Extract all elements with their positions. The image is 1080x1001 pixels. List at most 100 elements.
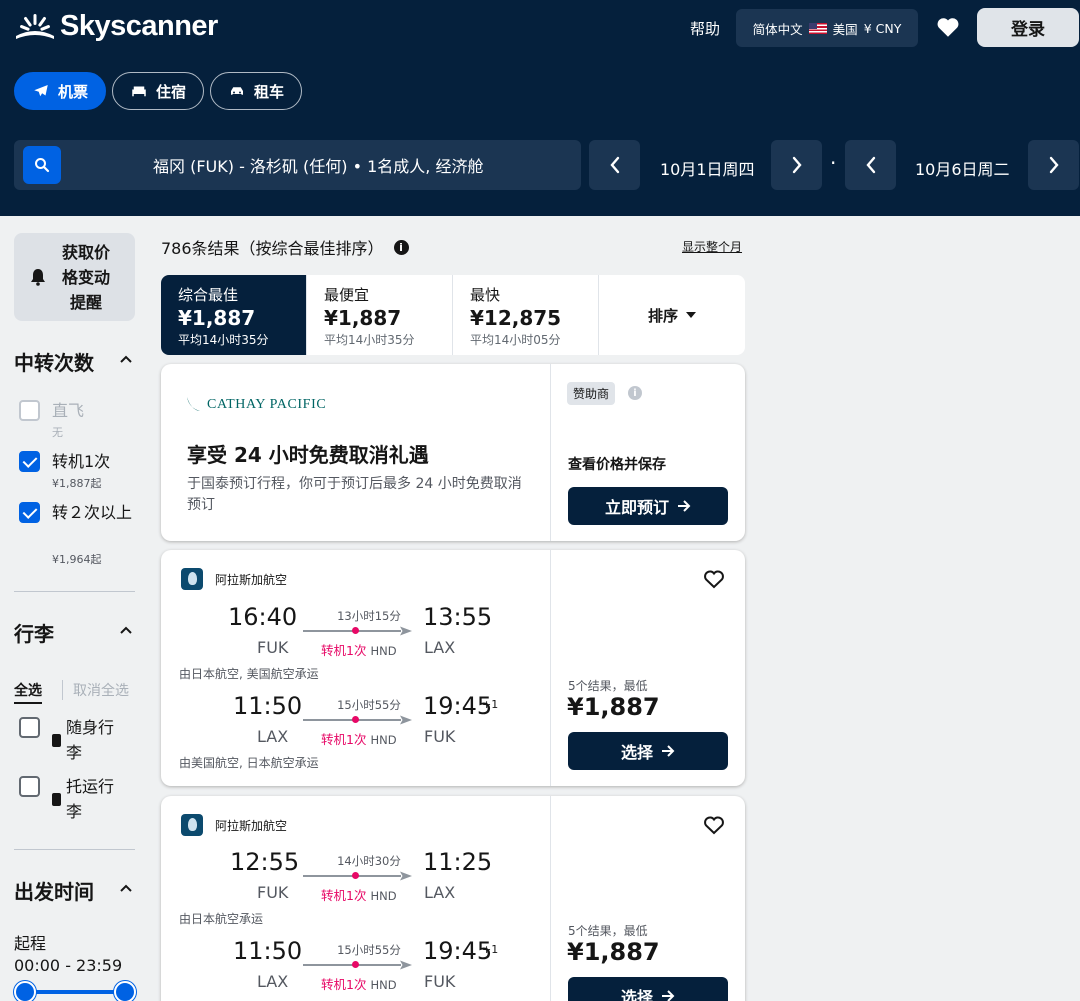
whole-month-link[interactable]: 显示整个月	[682, 238, 742, 255]
baggage-filter-title: 行李	[14, 622, 54, 646]
select-flight-button[interactable]: 选择	[568, 977, 728, 1001]
sort-dropdown[interactable]: 排序	[599, 275, 745, 355]
stops-two-plus-checkbox[interactable]	[19, 502, 40, 523]
price-alert-button[interactable]: 获取价格变动提醒	[14, 233, 135, 321]
car-icon	[231, 87, 244, 95]
tab-cheapest-price: ¥1,887	[324, 306, 402, 330]
country-label: 美国	[832, 21, 858, 37]
ad-brand: CATHAY PACIFIC	[207, 397, 327, 412]
outbound-label: 起程	[14, 934, 47, 953]
search-summary-bar[interactable]: 福冈 (FUK) - 洛杉矶 (任何) • 1名成人, 经济舱	[14, 140, 581, 190]
tab-best-price: ¥1,887	[178, 306, 256, 330]
leg-to-code: FUK	[424, 727, 456, 746]
flight-result-card[interactable]: 阿拉斯加航空 16:40 FUK 13小时15分 转机1次 HND 13:55 …	[161, 550, 745, 786]
time-slider-start-handle[interactable]	[14, 981, 36, 1001]
flight-price: ¥1,887	[567, 693, 660, 721]
checked-bag-checkbox[interactable]	[19, 776, 40, 797]
logo-text: Skyscanner	[60, 10, 218, 42]
time-range-value: 00:00 - 23:59	[14, 956, 123, 975]
book-now-button[interactable]: 立即预订	[568, 487, 728, 525]
login-button[interactable]: 登录	[977, 8, 1079, 47]
results-count-text: 786条结果（按综合最佳排序）	[161, 239, 384, 258]
heart-outline-icon[interactable]	[702, 567, 726, 591]
help-link[interactable]: 帮助	[690, 18, 720, 39]
operated-by: 由日本航空承运	[179, 912, 264, 926]
bell-icon	[31, 269, 45, 286]
stops-one-label: 转机1次	[52, 452, 111, 471]
next-day-indicator: +1	[482, 698, 499, 711]
chevron-up-icon[interactable]	[119, 625, 133, 635]
sponsor-badge: 赞助商	[567, 382, 616, 405]
tab-fastest-title: 最快	[470, 286, 501, 304]
stops-text: 转机1次	[321, 643, 367, 658]
stops-direct-checkbox[interactable]	[19, 400, 40, 421]
leg-from-code: FUK	[257, 638, 289, 657]
stops-filter-title: 中转次数	[14, 351, 94, 375]
tab-hotels[interactable]: 住宿	[112, 72, 205, 110]
tab-flights[interactable]: 机票	[14, 72, 107, 110]
date-separator: ·	[830, 151, 837, 175]
search-button[interactable]	[23, 146, 61, 184]
cathay-logo: CATHAY PACIFIC	[185, 396, 326, 414]
airline-info: 阿拉斯加航空	[181, 814, 287, 836]
carry-on-label: 随身行李	[66, 718, 115, 762]
stop-dot	[352, 961, 359, 968]
info-icon[interactable]: i	[628, 386, 642, 400]
select-all-link[interactable]: 全选	[14, 680, 42, 704]
filter-divider	[14, 849, 135, 850]
tab-fastest[interactable]: 最快 ¥12,875 平均14小时05分	[453, 275, 599, 355]
tab-best-title: 综合最佳	[178, 286, 239, 304]
select-flight-button[interactable]: 选择	[568, 732, 728, 770]
time-slider-track[interactable]	[22, 990, 124, 994]
chevron-left-icon	[609, 156, 619, 174]
time-slider-end-handle[interactable]	[114, 981, 136, 1001]
tab-cheapest[interactable]: 最便宜 ¥1,887 平均14小时35分	[307, 275, 453, 355]
price-alert-label: 获取价格变动提醒	[61, 242, 110, 312]
leg-duration: 14小时30分	[337, 854, 401, 868]
airline-name: 阿拉斯加航空	[215, 818, 288, 833]
airline-info: 阿拉斯加航空	[181, 568, 287, 590]
heart-outline-icon[interactable]	[702, 813, 726, 837]
stop-dot	[352, 872, 359, 879]
tab-cheapest-title: 最便宜	[324, 286, 370, 304]
leg-to-code: LAX	[424, 883, 456, 902]
chevron-up-icon[interactable]	[119, 354, 133, 364]
via-airport: HND	[370, 733, 397, 747]
tab-best-duration: 平均14小时35分	[178, 333, 269, 347]
bed-icon	[132, 86, 146, 97]
carry-on-bag-icon	[52, 734, 61, 747]
carry-on-checkbox[interactable]	[19, 717, 40, 738]
stops-text: 转机1次	[321, 888, 367, 903]
plane-icon	[400, 871, 412, 881]
depart-next-button[interactable]	[771, 140, 822, 190]
stop-dot	[352, 716, 359, 723]
clear-all-link[interactable]: 取消全选	[62, 680, 129, 700]
leg-stops: 转机1次 HND	[321, 885, 397, 904]
book-now-label: 立即预订	[604, 500, 669, 517]
chevron-up-icon[interactable]	[119, 883, 133, 893]
leg-from-code: LAX	[257, 727, 289, 746]
flight-result-card[interactable]: 阿拉斯加航空 12:55 FUK 14小时30分 转机1次 HND 11:25 …	[161, 796, 745, 1001]
return-prev-button[interactable]	[845, 140, 896, 190]
tab-car-hire[interactable]: 租车	[210, 72, 303, 110]
depart-prev-button[interactable]	[589, 140, 640, 190]
leg-to-code: FUK	[424, 972, 456, 991]
airline-name: 阿拉斯加航空	[215, 572, 288, 587]
leg-duration: 13小时15分	[337, 609, 401, 623]
saved-heart-icon[interactable]	[935, 14, 961, 40]
depart-date[interactable]: 10月1日周四	[660, 156, 755, 180]
locale-selector[interactable]: 简体中文 美国 ¥ CNY	[736, 9, 918, 47]
tab-fastest-price: ¥12,875	[470, 306, 562, 330]
us-flag-icon	[808, 22, 827, 34]
tab-best[interactable]: 综合最佳 ¥1,887 平均14小时35分	[161, 275, 307, 355]
ad-description: 于国泰预订行程，你可于预订后最多 24 小时免费取消预订	[187, 476, 522, 513]
info-icon[interactable]: i	[393, 239, 409, 255]
return-date[interactable]: 10月6日周二	[915, 156, 1010, 180]
skyscanner-logo[interactable]: Skyscanner	[14, 10, 218, 43]
stops-two-plus-sub: ¥1,964起	[52, 553, 102, 566]
return-next-button[interactable]	[1028, 140, 1079, 190]
via-airport: HND	[370, 644, 397, 658]
tab-fastest-duration: 平均14小时05分	[470, 333, 561, 347]
flight-price: ¥1,887	[567, 938, 660, 966]
stops-one-checkbox[interactable]	[19, 451, 40, 472]
